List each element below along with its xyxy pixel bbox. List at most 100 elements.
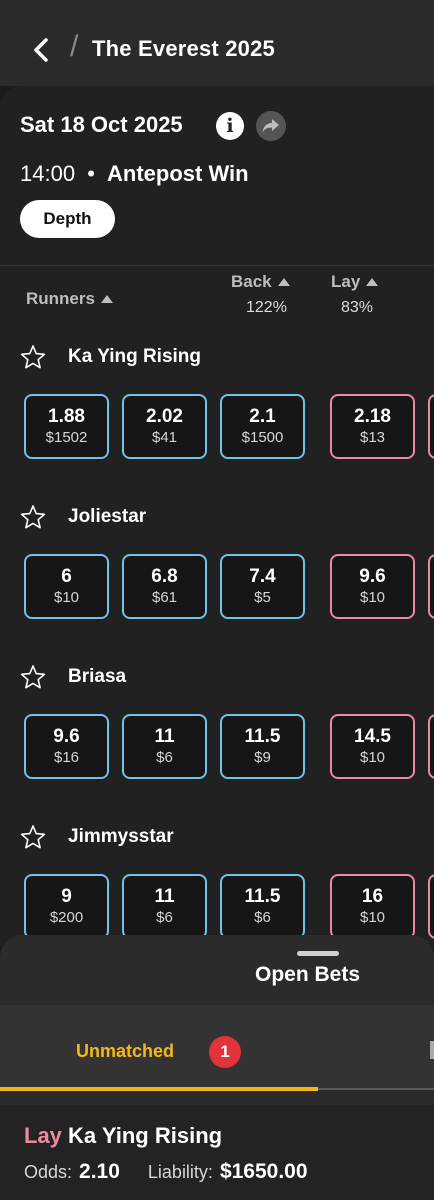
runner-row: Briasa 9.6 $16 11 $6 11.5 $9 14.5 $10: [0, 664, 434, 824]
lay-odds-button[interactable]: 9.6 $10: [330, 554, 415, 619]
tab-track: [318, 1088, 434, 1090]
liability-label: Liability:: [147, 1162, 213, 1182]
sort-up-icon: [277, 278, 290, 286]
open-bets-title: Open Bets: [255, 963, 361, 986]
event-date: Sat 18 Oct 2025: [20, 112, 183, 137]
odds-size: $9: [254, 748, 271, 766]
odds-label: Odds:: [24, 1162, 73, 1182]
liability-value: $1650.00: [219, 1160, 308, 1183]
back-odds-button[interactable]: 7.4 $5: [220, 554, 305, 619]
back-header-label: Back: [231, 272, 272, 291]
odds-price: 1.88: [48, 405, 85, 427]
runner-row: Jimmysstar 9 $200 11 $6 11.5 $6 16 $10: [0, 824, 434, 946]
lay-odds-button[interactable]: 16 $10: [330, 874, 415, 939]
back-odds-button[interactable]: 11.5 $6: [220, 874, 305, 939]
breadcrumb-separator: /: [70, 30, 79, 63]
star-icon[interactable]: [20, 344, 46, 370]
star-icon[interactable]: [20, 664, 46, 690]
odds-price: 2.1: [249, 405, 276, 427]
sheet-drag-handle[interactable]: [297, 951, 339, 956]
tab-unmatched[interactable]: Unmatched: [76, 1041, 174, 1062]
back-odds-button[interactable]: 9.6 $16: [24, 714, 109, 779]
star-icon[interactable]: [20, 824, 46, 850]
runners-column-header[interactable]: Runners: [26, 289, 113, 309]
odds-size: $6: [254, 908, 271, 926]
lay-column-header[interactable]: Lay: [331, 272, 379, 292]
odds-price: 6.8: [151, 565, 178, 587]
odds-size: $10: [53, 588, 80, 606]
back-odds-button[interactable]: 2.02 $41: [122, 394, 207, 459]
runner-name: Ka Ying Rising: [68, 346, 202, 367]
lay-odds-button-partial[interactable]: [428, 394, 434, 459]
top-bar: / The Everest 2025: [0, 0, 434, 86]
runners-header-label: Runners: [26, 289, 95, 308]
bet-runner: Ka Ying Rising: [68, 1123, 223, 1148]
back-odds-button[interactable]: 1.88 $1502: [24, 394, 109, 459]
back-odds-button[interactable]: 11 $6: [122, 874, 207, 939]
unmatched-bet-card[interactable]: Lay Ka Ying Rising Odds: 2.10 Liability:…: [0, 1105, 434, 1200]
back-book-percentage: 122%: [246, 299, 287, 316]
odds-size: $1500: [241, 428, 284, 446]
sort-up-icon: [366, 278, 379, 286]
lay-odds-button[interactable]: 14.5 $10: [330, 714, 415, 779]
bet-details: Odds: 2.10 Liability: $1650.00: [24, 1160, 308, 1184]
odds-size: $5: [254, 588, 271, 606]
market-dot: •: [87, 161, 95, 186]
odds-price: 9.6: [359, 565, 386, 587]
star-icon[interactable]: [20, 504, 46, 530]
share-arrow-icon: [262, 119, 279, 133]
sort-up-icon: [100, 295, 113, 303]
odds-size: $1502: [45, 428, 88, 446]
odds-price: 2.18: [354, 405, 391, 427]
back-odds-button[interactable]: 11.5 $9: [220, 714, 305, 779]
odds-price: 16: [361, 885, 384, 907]
odds-size: $61: [151, 588, 178, 606]
next-tab-edge[interactable]: [430, 1041, 434, 1059]
lay-odds-button[interactable]: 2.18 $13: [330, 394, 415, 459]
lay-odds-button-partial[interactable]: [428, 874, 434, 939]
market-panel: Sat 18 Oct 2025 i 14:00 • Antepost Win D…: [0, 86, 434, 946]
unmatched-count-badge: 1: [209, 1036, 241, 1068]
lay-odds-button-partial[interactable]: [428, 554, 434, 619]
market-line: 14:00 • Antepost Win: [20, 161, 249, 187]
odds-value: 2.10: [79, 1160, 120, 1183]
odds-price: 14.5: [354, 725, 391, 747]
odds-size: $13: [359, 428, 386, 446]
page-title: The Everest 2025: [92, 36, 275, 61]
runner-name: Briasa: [68, 666, 127, 687]
odds-size: $200: [49, 908, 84, 926]
odds-price: 2.02: [146, 405, 183, 427]
odds-price: 9: [61, 885, 72, 907]
odds-price: 7.4: [249, 565, 276, 587]
odds-size: $41: [151, 428, 178, 446]
depth-button[interactable]: Depth: [20, 200, 115, 238]
back-odds-button[interactable]: 6 $10: [24, 554, 109, 619]
lay-header-label: Lay: [331, 272, 361, 291]
info-icon[interactable]: i: [216, 112, 244, 140]
back-button[interactable]: [26, 32, 56, 68]
odds-size: $10: [359, 908, 386, 926]
share-icon[interactable]: [256, 111, 286, 141]
odds-size: $16: [53, 748, 80, 766]
odds-price: 9.6: [53, 725, 80, 747]
lay-book-percentage: 83%: [341, 299, 374, 316]
runner-row: Ka Ying Rising 1.88 $1502 2.02 $41 2.1 $…: [0, 344, 434, 504]
back-odds-button[interactable]: 6.8 $61: [122, 554, 207, 619]
lay-odds-button-partial[interactable]: [428, 714, 434, 779]
divider: [0, 265, 434, 266]
back-column-header[interactable]: Back: [231, 272, 290, 292]
odds-size: $10: [359, 588, 386, 606]
bet-side: Lay: [24, 1123, 62, 1148]
odds-size: $6: [156, 748, 173, 766]
runner-name: Jimmysstar: [68, 826, 174, 847]
odds-price: 11.5: [244, 885, 281, 907]
runner-row: Joliestar 6 $10 6.8 $61 7.4 $5 9.6 $10: [0, 504, 434, 664]
odds-size: $6: [156, 908, 173, 926]
odds-price: 11: [154, 725, 175, 747]
back-odds-button[interactable]: 2.1 $1500: [220, 394, 305, 459]
runner-name: Joliestar: [68, 506, 147, 527]
odds-price: 11.5: [244, 725, 281, 747]
chevron-left-icon: [34, 38, 48, 62]
back-odds-button[interactable]: 9 $200: [24, 874, 109, 939]
back-odds-button[interactable]: 11 $6: [122, 714, 207, 779]
